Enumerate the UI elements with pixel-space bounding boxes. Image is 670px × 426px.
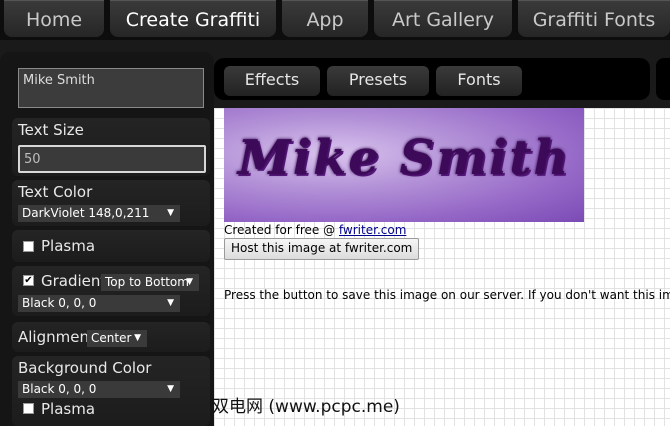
text-size-label: Text Size (18, 121, 84, 139)
chevron-down-icon: ▼ (167, 208, 174, 218)
sub-toolbar-edge (656, 58, 670, 100)
chevron-down-icon: ▼ (134, 333, 141, 343)
text-color-value: DarkViolet 148,0,211 (22, 206, 150, 220)
gradient-checkbox[interactable]: ✔ (23, 275, 34, 286)
graffiti-text-input[interactable]: Mike Smith (18, 68, 204, 108)
chevron-down-icon: ▼ (167, 384, 174, 394)
gradient-label: Gradient (41, 272, 107, 290)
save-instructions: Press the button to save this image on o… (224, 288, 670, 302)
background-plasma-label: Plasma (41, 400, 96, 418)
background-color-label: Background Color (18, 359, 152, 377)
text-color-select[interactable]: DarkViolet 148,0,211 ▼ (18, 205, 180, 222)
background-color-select[interactable]: Black 0, 0, 0 ▼ (18, 381, 180, 398)
chevron-down-icon: ▼ (186, 277, 193, 287)
nav-tab-create-graffiti[interactable]: Create Graffiti (110, 0, 276, 37)
nav-tab-app[interactable]: App (282, 0, 368, 37)
text-color-label: Text Color (18, 183, 93, 201)
host-image-button[interactable]: Host this image at fwriter.com (224, 238, 420, 260)
plasma-group: Plasma (12, 230, 210, 262)
created-note: Created for free @ fwriter.com (224, 223, 406, 237)
graffiti-preview-image: Mike Smith (224, 108, 584, 222)
plasma-checkbox[interactable] (23, 241, 34, 252)
background-color-value: Black 0, 0, 0 (22, 382, 97, 396)
tab-fonts[interactable]: Fonts (436, 66, 522, 96)
plasma-label: Plasma (41, 237, 96, 255)
watermark: 双电网 (www.pcpc.me) (212, 397, 400, 417)
nav-tab-graffiti-fonts[interactable]: Graffiti Fonts (518, 0, 670, 37)
created-prefix: Created for free @ (224, 223, 339, 237)
gradient-color-value: Black 0, 0, 0 (22, 296, 97, 310)
chevron-down-icon: ▼ (167, 298, 174, 308)
alignment-select[interactable]: Center ▼ (87, 330, 147, 347)
text-size-input[interactable]: 50 (18, 145, 206, 173)
alignment-label: Alignment (18, 328, 95, 346)
tab-effects[interactable]: Effects (224, 66, 320, 96)
graffiti-text: Mike Smith (237, 130, 571, 186)
nav-tab-home[interactable]: Home (4, 0, 104, 37)
background-plasma-checkbox[interactable] (23, 403, 34, 414)
top-nav: Home Create Graffiti App Art Gallery Gra… (0, 0, 670, 40)
gradient-direction-select[interactable]: Top to Bottom ▼ (101, 274, 199, 291)
tab-presets[interactable]: Presets (327, 66, 429, 96)
nav-tab-art-gallery[interactable]: Art Gallery (374, 0, 512, 37)
gradient-direction-value: Top to Bottom (105, 275, 189, 289)
fwriter-link[interactable]: fwriter.com (339, 223, 406, 237)
alignment-value: Center (91, 331, 132, 345)
gradient-color-select[interactable]: Black 0, 0, 0 ▼ (18, 295, 180, 312)
